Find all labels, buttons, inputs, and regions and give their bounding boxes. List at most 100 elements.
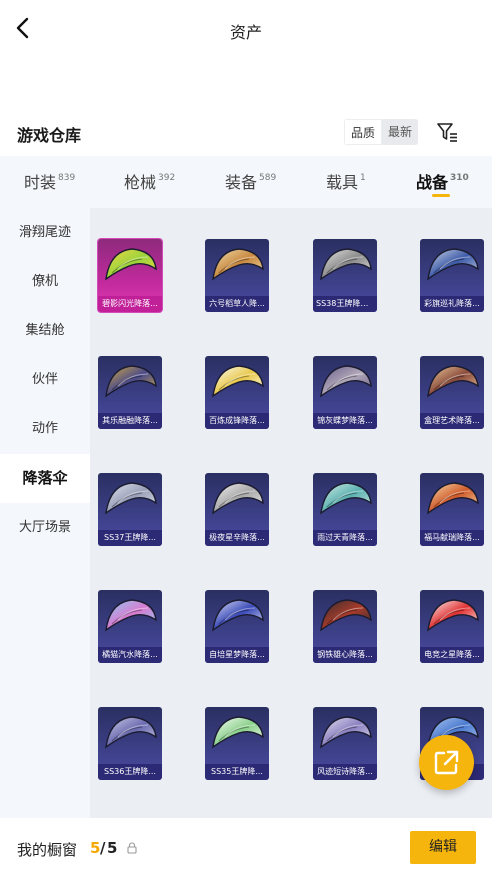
parachute-label: 电竞之星降落... (420, 647, 484, 663)
parachute-image (320, 365, 372, 398)
sidebar-item-glide-trail[interactable]: 滑翔尾迹 (0, 208, 90, 257)
sidebar-item-parachute[interactable]: 降落伞 (0, 454, 90, 503)
parachute-image (105, 716, 157, 749)
parachute-card[interactable]: 自培星梦降落... (205, 590, 269, 663)
active-tab-indicator (432, 194, 450, 197)
parachute-image (320, 599, 372, 632)
parachute-image (212, 365, 264, 398)
showcase-count-separator: / (100, 839, 106, 857)
tab-count: 839 (58, 173, 76, 183)
parachute-label: 彩旗巡礼降落... (420, 296, 484, 312)
parachute-card[interactable]: 锦灰蝶梦降落... (313, 356, 377, 429)
parachute-label: SS36王牌降... (98, 764, 162, 780)
parachute-image (427, 599, 479, 632)
lock-icon (127, 842, 137, 854)
showcase-bar: 我的橱窗 5 / 5 编辑 (0, 818, 492, 876)
parachute-image (320, 716, 372, 749)
tab-label: 战备 (416, 173, 449, 192)
parachute-card[interactable]: 六号稻草人降... (205, 239, 269, 312)
section-header: 游戏仓库 品质 最新 (0, 118, 492, 148)
parachute-card[interactable]: 极夜星辛降落... (205, 473, 269, 546)
tab-count: 589 (259, 173, 277, 183)
item-grid: 碧影闪光降落... 六号稻草人降... SS38王牌降落... 彩旗巡礼降落... 其乐… (90, 208, 492, 818)
parachute-label: SS35王牌降... (205, 764, 269, 780)
parachute-label: 其乐融融降落... (98, 413, 162, 429)
showcase-count-current: 5 (90, 839, 101, 857)
tab-label: 装备 (225, 173, 258, 192)
parachute-card[interactable]: 钢铁雄心降落... (313, 590, 377, 663)
parachute-label: 福马献瑞降落... (420, 530, 484, 546)
parachute-label: 锦灰蝶梦降落... (313, 413, 377, 429)
parachute-card[interactable]: 百炼成锋降落... (205, 356, 269, 429)
tab-label: 枪械 (124, 173, 157, 192)
parachute-card[interactable]: 碧影闪光降落... (98, 239, 162, 312)
share-button[interactable] (419, 735, 474, 790)
external-link-icon (434, 750, 459, 775)
sidebar-item-partner[interactable]: 伙伴 (0, 355, 90, 404)
sidebar-item-lobby-scene[interactable]: 大厅场景 (0, 503, 90, 552)
category-tabs: 时装 839 枪械 392 装备 589 载具 1 战备 310 (0, 156, 492, 208)
parachute-image (212, 716, 264, 749)
edit-button[interactable]: 编辑 (410, 831, 476, 864)
parachute-label: 极夜星辛降落... (205, 530, 269, 546)
tab-vehicles[interactable]: 载具 1 (326, 169, 366, 193)
parachute-image (427, 482, 479, 515)
parachute-card[interactable]: 其乐融融降落... (98, 356, 162, 429)
sort-toggle: 品质 最新 (344, 119, 419, 145)
parachute-card[interactable]: 彩旗巡礼降落... (420, 239, 484, 312)
parachute-image (212, 599, 264, 632)
parachute-card[interactable]: 电竞之星降落... (420, 590, 484, 663)
tab-count: 392 (158, 173, 176, 183)
parachute-label: 风迹短诗降落... (313, 764, 377, 780)
parachute-card[interactable]: SS36王牌降... (98, 707, 162, 780)
sort-quality-button[interactable]: 品质 (344, 119, 383, 145)
sidebar-item-wingman[interactable]: 僚机 (0, 257, 90, 306)
filter-icon[interactable] (436, 121, 458, 143)
parachute-card[interactable]: 雨过天青降落... (313, 473, 377, 546)
tab-label: 时装 (24, 173, 57, 192)
parachute-label: 自培星梦降落... (205, 647, 269, 663)
subcategory-sidebar: 滑翔尾迹 僚机 集结舱 伙伴 动作 降落伞 大厅场景 (0, 208, 90, 818)
parachute-label: 盒理艺术降落... (420, 413, 484, 429)
showcase-label: 我的橱窗 (17, 841, 78, 859)
parachute-label: 六号稻草人降... (205, 296, 269, 312)
parachute-image (105, 482, 157, 515)
parachute-image (427, 248, 479, 281)
sidebar-item-rally-pod[interactable]: 集结舱 (0, 306, 90, 355)
showcase-count-max: 5 (107, 839, 118, 857)
parachute-card[interactable]: SS38王牌降落... (313, 239, 377, 312)
parachute-card[interactable]: 盒理艺术降落... (420, 356, 484, 429)
parachute-label: 碧影闪光降落... (98, 296, 162, 312)
sidebar-item-emote[interactable]: 动作 (0, 404, 90, 453)
parachute-label: 雨过天青降落... (313, 530, 377, 546)
sort-latest-button[interactable]: 最新 (382, 119, 419, 145)
tab-combat-gear[interactable]: 战备 310 (416, 169, 469, 193)
parachute-image (105, 248, 157, 281)
top-bar: 资产 (0, 0, 492, 58)
parachute-card[interactable]: SS37王牌降... (98, 473, 162, 546)
parachute-image (105, 599, 157, 632)
parachute-card[interactable]: 风迹短诗降落... (313, 707, 377, 780)
parachute-image (320, 482, 372, 515)
tab-label: 载具 (326, 173, 359, 192)
parachute-image (427, 365, 479, 398)
parachute-label: SS37王牌降... (98, 530, 162, 546)
parachute-card[interactable]: SS35王牌降... (205, 707, 269, 780)
tab-fashion[interactable]: 时装 839 (24, 169, 75, 193)
parachute-label: 百炼成锋降落... (205, 413, 269, 429)
parachute-image (320, 248, 372, 281)
page-title: 资产 (229, 23, 262, 42)
parachute-card[interactable]: 橘猫汽水降落... (98, 590, 162, 663)
section-title: 游戏仓库 (17, 126, 82, 145)
parachute-image (105, 365, 157, 398)
parachute-image (212, 248, 264, 281)
parachute-card[interactable]: 福马献瑞降落... (420, 473, 484, 546)
tab-firearms[interactable]: 枪械 392 (124, 169, 175, 193)
parachute-label: 钢铁雄心降落... (313, 647, 377, 663)
parachute-image (212, 482, 264, 515)
parachute-label: SS38王牌降落... (313, 296, 377, 312)
parachute-label: 橘猫汽水降落... (98, 647, 162, 663)
tab-count: 310 (450, 173, 469, 183)
tab-count: 1 (360, 173, 366, 183)
tab-equipment[interactable]: 装备 589 (225, 169, 276, 193)
